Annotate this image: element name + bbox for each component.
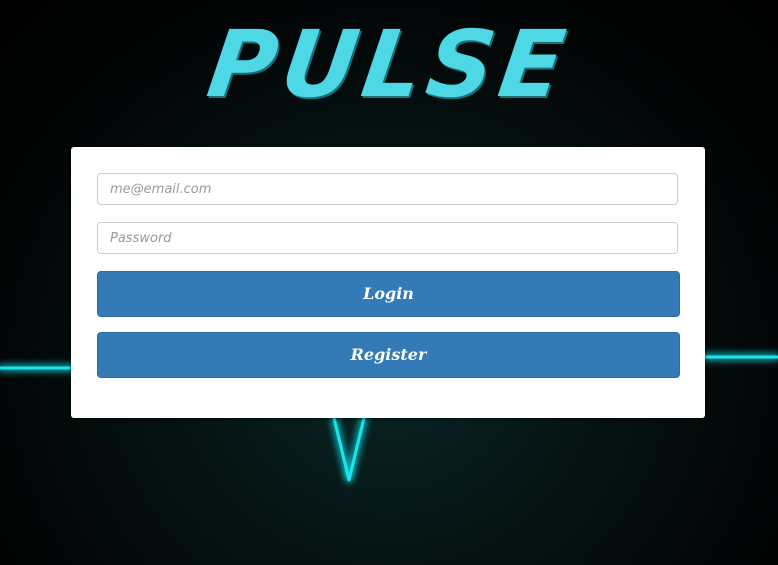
app-logo: PULSE [201, 11, 577, 118]
password-field[interactable] [97, 222, 678, 254]
email-field[interactable] [97, 173, 678, 205]
login-panel: Login Register [71, 147, 705, 418]
register-button[interactable]: Register [97, 332, 680, 378]
login-button[interactable]: Login [97, 271, 680, 317]
